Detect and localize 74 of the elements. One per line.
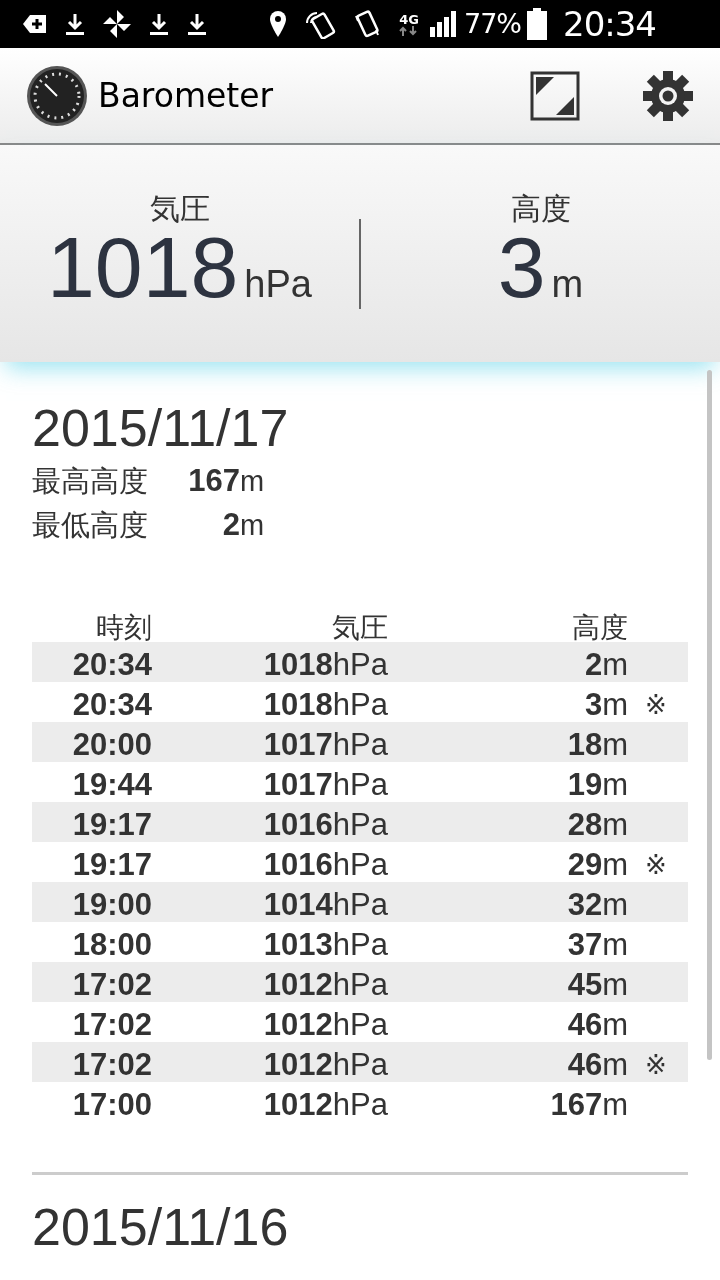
- notification-icon: [22, 13, 48, 35]
- battery-percent: 77%: [464, 6, 521, 41]
- location-icon: [268, 10, 288, 38]
- readout-unit: hPa: [244, 262, 312, 307]
- time-cell-text: 20:34: [71, 686, 152, 724]
- stat-unit: m: [240, 508, 265, 543]
- pressure-cell-text: 1012hPa: [262, 1086, 388, 1124]
- altitude-cell-text: 37m: [566, 926, 628, 964]
- pressure-cell-text: 1017hPa: [262, 726, 388, 764]
- time-cell-text: 17:02: [71, 966, 152, 1004]
- pressure-cell-text: 1017hPa: [262, 766, 388, 804]
- pressure-cell-text: 1012hPa: [262, 1006, 388, 1044]
- readout-unit: m: [551, 262, 584, 307]
- signal-icon: [430, 11, 458, 37]
- fullscreen-button[interactable]: [530, 70, 580, 121]
- battery-icon: [527, 8, 547, 40]
- stat-value: 167: [187, 462, 240, 500]
- column-header: 時刻: [95, 614, 152, 642]
- time-cell-text: 19:17: [71, 846, 152, 884]
- date-heading: 2015/11/16: [32, 1197, 290, 1257]
- readout-value: 1018: [47, 224, 239, 310]
- pressure-cell-text: 1012hPa: [262, 966, 388, 1004]
- pressure-cell-text: 1014hPa: [262, 886, 388, 924]
- settings-button[interactable]: [642, 69, 694, 122]
- download-icon: [186, 12, 208, 36]
- altitude-cell-text: 29m: [566, 846, 628, 884]
- altitude-cell-text: 46m: [566, 1006, 628, 1044]
- altitude-cell-text: 46m: [566, 1046, 628, 1084]
- clock: 20:34: [563, 2, 656, 46]
- network-type: 4G: [399, 12, 419, 26]
- altitude-cell-text: 3m: [583, 686, 628, 724]
- stat-label: 最高高度: [32, 463, 149, 500]
- pressure-cell-text: 1012hPa: [262, 1046, 388, 1084]
- time-cell-text: 17:02: [71, 1006, 152, 1044]
- pinwheel-icon: [102, 9, 132, 39]
- note-mark: ※: [644, 1048, 668, 1082]
- download-icon: [64, 12, 86, 36]
- download-icon: [148, 12, 170, 36]
- column-header: 高度: [571, 614, 628, 642]
- altitude-cell-text: 28m: [566, 806, 628, 844]
- time-cell-text: 19:44: [71, 766, 152, 804]
- note-mark: ※: [644, 848, 668, 882]
- app-title: Barometer: [98, 74, 275, 117]
- date-heading: 2015/11/17: [32, 398, 290, 458]
- altitude-cell-text: 19m: [566, 766, 628, 804]
- time-cell-text: 18:00: [71, 926, 152, 964]
- altitude-cell-text: 167m: [549, 1086, 628, 1124]
- pressure-cell-text: 1018hPa: [262, 686, 388, 724]
- stat-unit: m: [240, 464, 265, 499]
- altitude-cell-text: 45m: [566, 966, 628, 1004]
- stat-value: 2: [221, 506, 240, 544]
- stat-label: 最低高度: [32, 507, 149, 544]
- data-arrows-icon: [398, 25, 420, 36]
- pressure-cell-text: 1016hPa: [262, 846, 388, 884]
- readout-label: 気圧: [149, 194, 210, 224]
- vibrate-icon: [352, 8, 382, 40]
- altitude-cell-text: 32m: [566, 886, 628, 924]
- phone-nfc-icon: [304, 9, 336, 39]
- readout-label: 高度: [510, 194, 571, 224]
- time-cell-text: 20:00: [71, 726, 152, 764]
- gauge-icon: [26, 64, 88, 127]
- time-cell-text: 17:02: [71, 1046, 152, 1084]
- time-cell-text: 20:34: [71, 646, 152, 684]
- time-cell-text: 19:17: [71, 806, 152, 844]
- altitude-cell-text: 2m: [583, 646, 628, 684]
- note-mark: ※: [644, 688, 668, 722]
- pressure-cell-text: 1018hPa: [262, 646, 388, 684]
- readout-value: 3: [497, 224, 546, 310]
- time-cell-text: 19:00: [71, 886, 152, 924]
- pressure-cell-text: 1013hPa: [262, 926, 388, 964]
- altitude-cell-text: 18m: [566, 726, 628, 764]
- pressure-cell-text: 1016hPa: [262, 806, 388, 844]
- column-header: 気圧: [331, 614, 388, 642]
- time-cell-text: 17:00: [71, 1086, 152, 1124]
